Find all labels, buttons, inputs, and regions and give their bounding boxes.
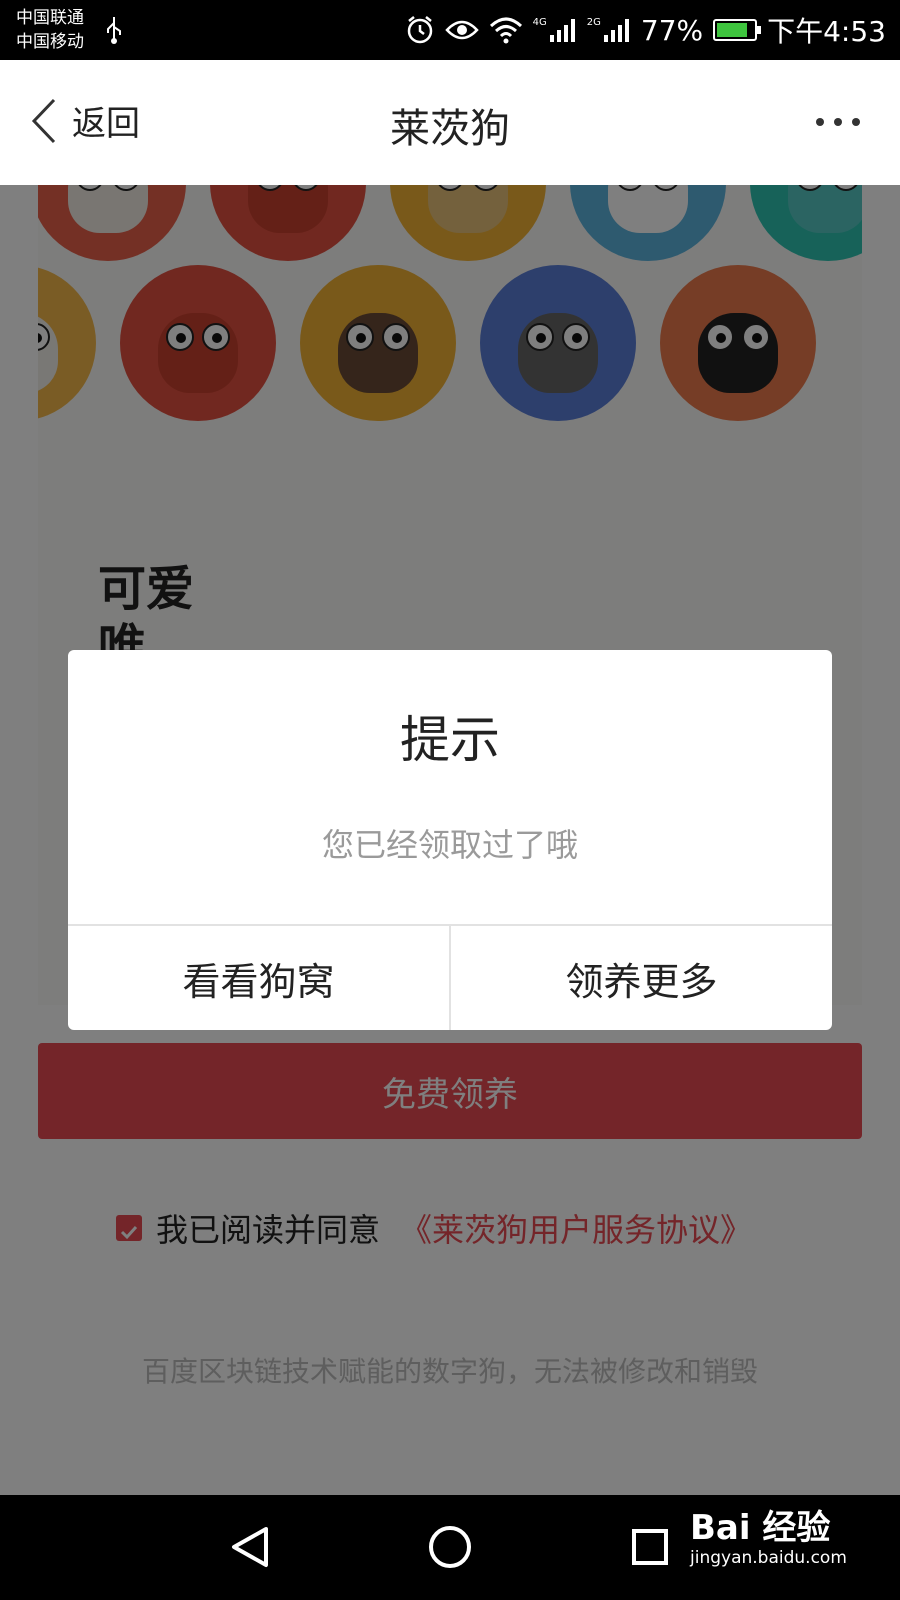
system-nav-bar: Bai 经验 jingyan.baidu.com bbox=[0, 1495, 900, 1600]
nav-home-icon[interactable] bbox=[428, 1525, 472, 1569]
carrier-info: 中国联通 中国移动 bbox=[16, 6, 84, 54]
dialog-actions: 看看狗窝 领养更多 bbox=[68, 924, 832, 1030]
baidu-watermark: Bai 经验 jingyan.baidu.com bbox=[690, 1509, 847, 1569]
battery-icon bbox=[713, 19, 762, 41]
more-icon[interactable] bbox=[816, 118, 860, 126]
watermark-url: jingyan.baidu.com bbox=[690, 1548, 847, 1568]
nav-recent-apps-icon[interactable] bbox=[632, 1529, 668, 1565]
app-header: 返回 莱茨狗 bbox=[0, 60, 900, 185]
signal-icon bbox=[603, 19, 629, 42]
page-title: 莱茨狗 bbox=[390, 106, 510, 152]
signal-icon bbox=[549, 19, 575, 42]
carrier-2: 中国移动 bbox=[16, 32, 84, 52]
status-bar: 中国联通 中国移动 4G 2G 77% 下午4:53 bbox=[0, 0, 900, 60]
dialog-title: 提示 bbox=[400, 711, 500, 769]
network-type-1: 4G bbox=[532, 16, 547, 28]
watermark-brand: Bai 经验 bbox=[690, 1508, 831, 1548]
wifi-icon bbox=[489, 17, 522, 44]
carrier-1: 中国联通 bbox=[16, 8, 84, 28]
alert-dialog: 提示 您已经领取过了哦 看看狗窝 领养更多 bbox=[68, 650, 832, 1030]
view-kennel-button[interactable]: 看看狗窝 bbox=[68, 926, 449, 1030]
network-type-2: 2G bbox=[586, 16, 601, 28]
adopt-more-button[interactable]: 领养更多 bbox=[449, 926, 832, 1030]
nav-back-icon[interactable] bbox=[228, 1525, 270, 1569]
eye-icon bbox=[444, 20, 479, 40]
battery-percent: 77% bbox=[640, 13, 704, 47]
status-icons: 4G 2G 77% 下午4:53 bbox=[405, 0, 886, 60]
usb-icon bbox=[107, 17, 121, 44]
dialog-message: 您已经领取过了哦 bbox=[321, 826, 578, 864]
alarm-icon bbox=[407, 16, 432, 44]
clock: 下午4:53 bbox=[767, 15, 886, 48]
